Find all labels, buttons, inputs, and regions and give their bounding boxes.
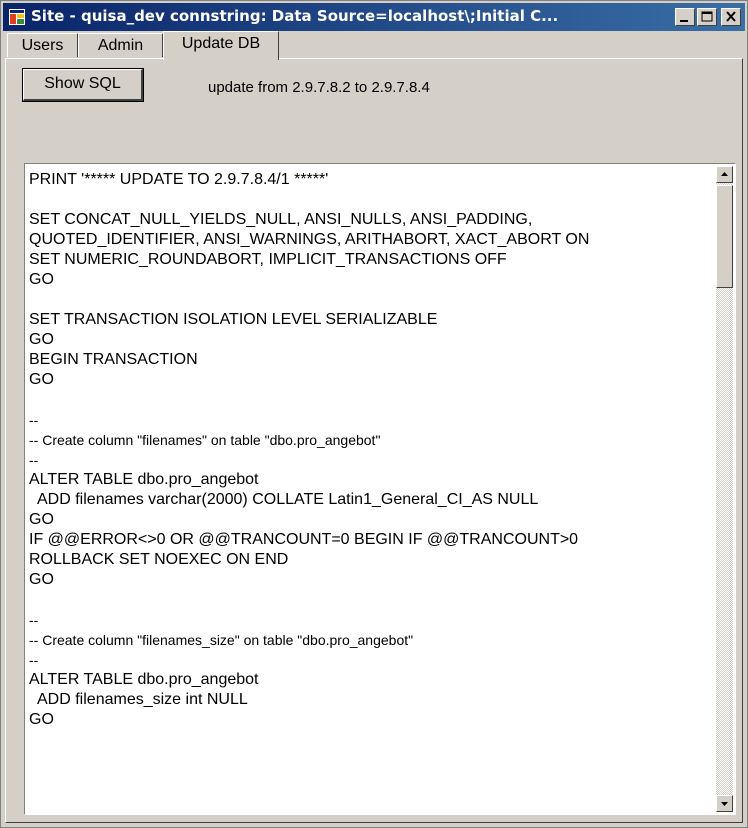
scrollbar-thumb[interactable] — [716, 185, 733, 288]
sql-line: GO — [29, 331, 54, 348]
sql-line: ROLLBACK SET NOEXEC ON END — [29, 551, 289, 568]
sql-textarea[interactable]: PRINT '***** UPDATE TO 2.9.7.8.4/1 *****… — [24, 163, 736, 815]
sql-line: -- Create column "filenames" on table "d… — [29, 432, 381, 448]
sql-line: -- — [29, 652, 39, 668]
scroll-up-button[interactable] — [716, 166, 733, 183]
tab-strip: Users Admin Update DB — [5, 31, 743, 60]
sql-line: GO — [29, 371, 54, 388]
sql-code: PRINT '***** UPDATE TO 2.9.7.8.4/1 *****… — [27, 166, 715, 730]
sql-line: GO — [29, 271, 54, 288]
window-title: Site - quisa_dev connstring: Data Source… — [31, 7, 559, 25]
minimize-button[interactable] — [675, 8, 695, 26]
sql-text-viewport: PRINT '***** UPDATE TO 2.9.7.8.4/1 *****… — [27, 166, 715, 812]
scroll-up-icon — [721, 172, 728, 176]
close-button[interactable] — [721, 8, 741, 26]
sql-line: ALTER TABLE dbo.pro_angebot — [29, 671, 259, 688]
update-status-text: update from 2.9.7.8.2 to 2.9.7.8.4 — [208, 79, 430, 96]
sql-line: -- — [29, 412, 39, 428]
sql-line: SET CONCAT_NULL_YIELDS_NULL, ANSI_NULLS,… — [29, 211, 533, 228]
vertical-scrollbar[interactable] — [716, 166, 733, 812]
close-icon — [726, 11, 736, 22]
tab-users[interactable]: Users — [7, 33, 78, 57]
title-bar[interactable]: Site - quisa_dev connstring: Data Source… — [3, 3, 745, 31]
scroll-down-button[interactable] — [716, 795, 733, 812]
sql-line: -- Create column "filenames_size" on tab… — [29, 632, 414, 648]
sql-line: SET NUMERIC_ROUNDABORT, IMPLICIT_TRANSAC… — [29, 251, 507, 268]
sql-line: GO — [29, 571, 54, 588]
sql-line: -- — [29, 612, 39, 628]
update-db-panel: Show SQL update from 2.9.7.8.2 to 2.9.7.… — [5, 58, 743, 823]
sql-line: ADD filenames_size int NULL — [29, 691, 248, 708]
sql-line — [29, 290, 715, 310]
sql-line: IF @@ERROR<>0 OR @@TRANCOUNT=0 BEGIN IF … — [29, 531, 579, 548]
sql-line — [29, 390, 715, 410]
sql-line: GO — [29, 511, 54, 528]
sql-line: SET TRANSACTION ISOLATION LEVEL SERIALIZ… — [29, 311, 438, 328]
show-sql-button[interactable]: Show SQL — [22, 68, 144, 102]
maximize-button[interactable] — [697, 8, 717, 26]
sql-line: ALTER TABLE dbo.pro_angebot — [29, 471, 259, 488]
minimize-icon — [680, 20, 688, 22]
maximize-icon — [701, 11, 713, 22]
sql-line: ADD filenames varchar(2000) COLLATE Lati… — [29, 491, 539, 508]
app-window: Site - quisa_dev connstring: Data Source… — [0, 0, 748, 828]
sql-line: -- — [29, 452, 39, 468]
sql-line: QUOTED_IDENTIFIER, ANSI_WARNINGS, ARITHA… — [29, 231, 590, 248]
sql-line: PRINT '***** UPDATE TO 2.9.7.8.4/1 *****… — [29, 171, 329, 188]
app-icon[interactable] — [9, 9, 25, 25]
sql-line: BEGIN TRANSACTION — [29, 351, 198, 368]
sql-line — [29, 190, 715, 210]
sql-line: GO — [29, 711, 54, 728]
scroll-down-icon — [721, 802, 728, 806]
tab-update-db[interactable]: Update DB — [163, 31, 279, 60]
tab-admin[interactable]: Admin — [78, 33, 163, 57]
sql-line — [29, 590, 715, 610]
